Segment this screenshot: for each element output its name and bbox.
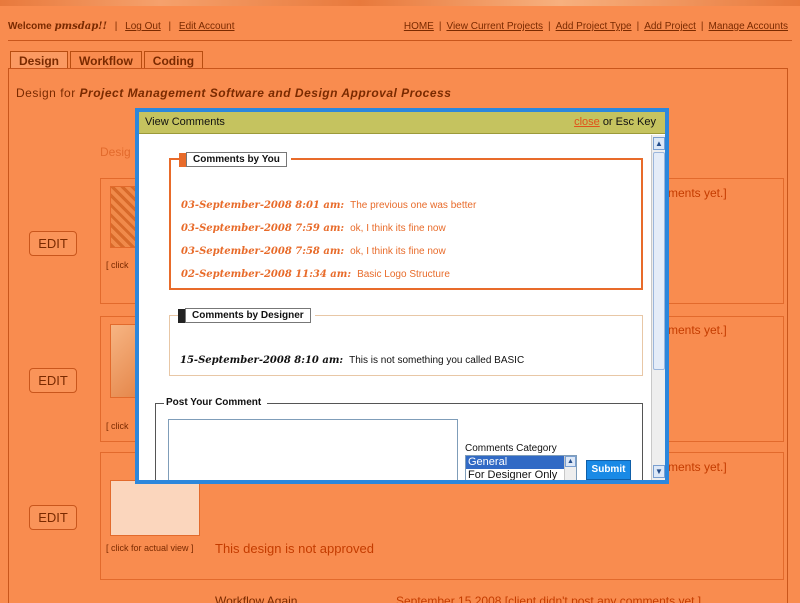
comments-by-you-heading: Comments by You bbox=[186, 152, 287, 167]
comment-date: 15-September-2008 8:10 am: bbox=[180, 355, 344, 366]
tab-bar: Design Workflow Coding bbox=[10, 51, 205, 69]
comments-by-designer-legend: Comments by Designer bbox=[178, 308, 315, 323]
comments-by-you-section: Comments by You 03-September-2008 8:01 a… bbox=[169, 152, 643, 290]
comment-text: ok, I think its fine now bbox=[350, 246, 446, 257]
nav-add-project-type-link[interactable]: Add Project Type bbox=[556, 21, 632, 32]
edit-account-link[interactable]: Edit Account bbox=[179, 21, 235, 32]
comments-by-you-legend: Comments by You bbox=[179, 152, 291, 167]
not-approved-status: This design is not approved bbox=[215, 541, 374, 556]
category-scrollbar[interactable]: ▲ bbox=[564, 456, 576, 480]
page-title-prefix: Design for bbox=[16, 86, 76, 100]
design-thumbnail[interactable] bbox=[110, 324, 138, 398]
comment-date: 03-September-2008 7:59 am: bbox=[181, 223, 345, 234]
no-comments-text: ments yet.] bbox=[668, 323, 727, 337]
edit-button[interactable]: EDIT bbox=[29, 505, 77, 530]
workflow-title: Workflow Again bbox=[215, 594, 298, 603]
scroll-up-icon[interactable]: ▲ bbox=[653, 137, 665, 150]
tab-coding[interactable]: Coding bbox=[143, 51, 204, 69]
category-option-general[interactable]: General bbox=[466, 456, 576, 469]
comment-text: Basic Logo Structure bbox=[357, 269, 450, 280]
no-comments-text: ments yet.] bbox=[668, 460, 727, 474]
welcome-text: Welcome pmsdap!! | Log Out | Edit Accoun… bbox=[8, 21, 235, 32]
scroll-down-icon[interactable]: ▼ bbox=[653, 465, 665, 478]
design-thumbnail[interactable] bbox=[110, 480, 200, 536]
comments-by-designer-section: Comments by Designer 15-September-2008 8… bbox=[169, 308, 643, 376]
project-name: Project Management Software and Design A… bbox=[79, 86, 452, 100]
comment-date: 03-September-2008 8:01 am: bbox=[181, 200, 345, 211]
click-for-view-link[interactable]: [ click for actual view ] bbox=[106, 543, 194, 553]
top-nav: HOME | View Current Projects | Add Project T… bbox=[403, 21, 789, 32]
comments-category-label: Comments Category bbox=[465, 443, 557, 454]
design-thumbnail[interactable] bbox=[110, 186, 138, 248]
legend-marker bbox=[178, 308, 185, 323]
post-comment-heading: Post Your Comment bbox=[164, 397, 268, 408]
comment-text: This is not something you called BASIC bbox=[349, 355, 525, 366]
comment-row: 03-September-2008 7:58 am: ok, I think it… bbox=[181, 246, 446, 257]
tab-workflow[interactable]: Workflow bbox=[70, 51, 142, 69]
comments-category-select[interactable]: General For Designer Only ▲ bbox=[465, 455, 577, 480]
comment-date: 02-September-2008 11:34 am: bbox=[181, 269, 352, 280]
username: pmsdap!! bbox=[54, 21, 107, 32]
edit-button[interactable]: EDIT bbox=[29, 368, 77, 393]
page-title: Design for Project Management Software a… bbox=[16, 86, 451, 100]
designs-heading-fragment: Desig bbox=[100, 145, 131, 159]
comment-textarea[interactable] bbox=[168, 419, 458, 480]
modal-close-area: close or Esc Key bbox=[574, 116, 656, 128]
scroll-up-icon[interactable]: ▲ bbox=[565, 456, 576, 467]
legend-marker bbox=[179, 152, 186, 167]
scrollbar-thumb[interactable] bbox=[653, 152, 665, 370]
modal-title: View Comments bbox=[145, 116, 225, 128]
comment-text: The previous one was better bbox=[350, 200, 477, 211]
top-bar: Welcome pmsdap!! | Log Out | Edit Accoun… bbox=[0, 14, 800, 40]
modal-body: Comments by You 03-September-2008 8:01 a… bbox=[139, 135, 651, 480]
view-comments-modal: View Comments close or Esc Key Comments … bbox=[135, 108, 669, 484]
comment-row: 03-September-2008 7:59 am: ok, I think it… bbox=[181, 223, 446, 234]
comment-text: ok, I think its fine now bbox=[350, 223, 446, 234]
comment-row: 02-September-2008 11:34 am: Basic Logo St… bbox=[181, 269, 450, 280]
edit-button[interactable]: EDIT bbox=[29, 231, 77, 256]
post-comment-section: Post Your Comment Comments Category Gene… bbox=[155, 397, 643, 480]
modal-scrollbar[interactable]: ▲ ▼ bbox=[651, 135, 665, 480]
comments-by-designer-heading: Comments by Designer bbox=[185, 308, 311, 323]
comment-row: 15-September-2008 8:10 am: This is not so… bbox=[180, 355, 524, 366]
nav-view-current-projects-link[interactable]: View Current Projects bbox=[446, 21, 543, 32]
modal-titlebar: View Comments close or Esc Key bbox=[139, 112, 665, 134]
tab-design[interactable]: Design bbox=[10, 51, 69, 69]
category-option-designer-only[interactable]: For Designer Only bbox=[466, 469, 576, 480]
submit-button[interactable]: Submit bbox=[586, 460, 631, 480]
header-divider bbox=[8, 40, 792, 41]
no-comments-text: ments yet.] bbox=[668, 186, 727, 200]
comment-row: 03-September-2008 8:01 am: The previous o… bbox=[181, 200, 476, 211]
workflow-meta: September 15 2008 [client didn't post an… bbox=[396, 594, 702, 603]
header-decoration bbox=[0, 0, 800, 6]
click-for-view-link[interactable]: [ click bbox=[106, 421, 129, 431]
nav-add-project-link[interactable]: Add Project bbox=[644, 21, 696, 32]
click-for-view-link[interactable]: [ click bbox=[106, 260, 129, 270]
logout-link[interactable]: Log Out bbox=[125, 21, 161, 32]
close-hint: or Esc Key bbox=[602, 116, 656, 128]
nav-home-link[interactable]: HOME bbox=[404, 21, 434, 32]
close-link[interactable]: close bbox=[574, 116, 600, 128]
comment-date: 03-September-2008 7:58 am: bbox=[181, 246, 345, 257]
welcome-prefix: Welcome bbox=[8, 21, 52, 32]
nav-manage-accounts-link[interactable]: Manage Accounts bbox=[709, 21, 789, 32]
